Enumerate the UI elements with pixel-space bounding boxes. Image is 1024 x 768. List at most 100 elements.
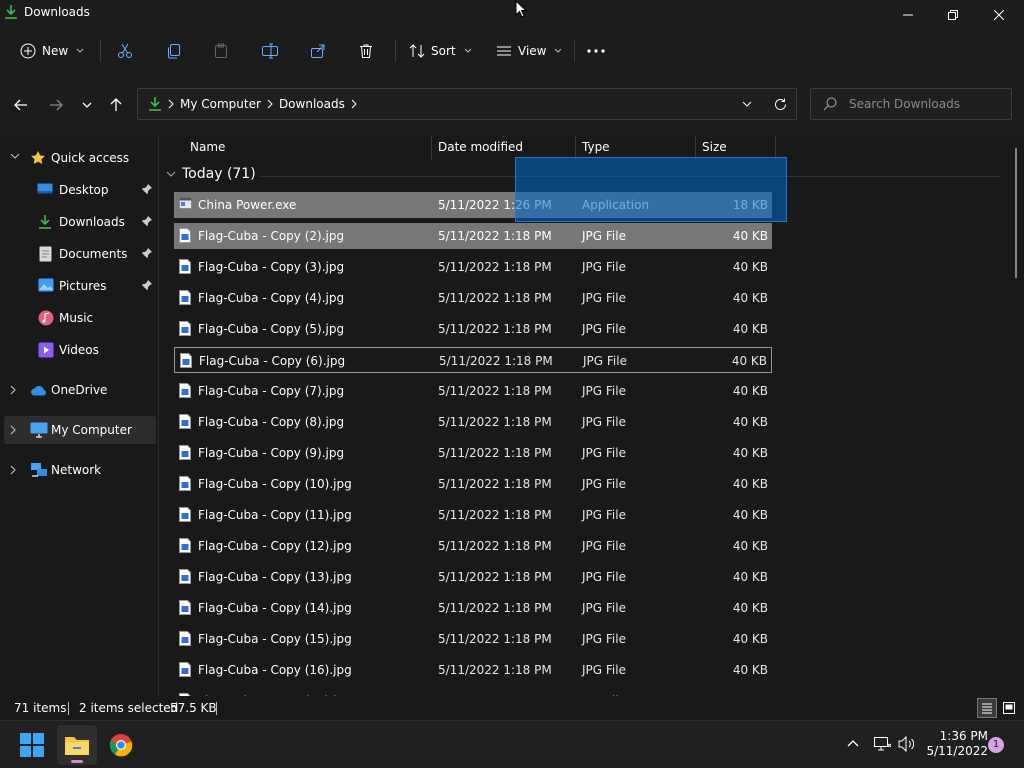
refresh-button[interactable] xyxy=(769,93,791,115)
address-history-button[interactable] xyxy=(736,93,758,115)
file-name: Flag-Cuba - Copy (4).jpg xyxy=(198,291,345,305)
details-view-button[interactable] xyxy=(977,698,997,718)
table-row[interactable]: Flag-Cuba - Copy (4).jpg 5/11/2022 1:18 P… xyxy=(174,285,772,311)
file-name: Flag-Cuba - Copy (15).jpg xyxy=(198,632,352,646)
table-row[interactable]: Flag-Cuba - Copy (15).jpg 5/11/2022 1:18 … xyxy=(174,626,772,652)
address-bar[interactable]: My Computer Downloads xyxy=(137,88,797,120)
search-box[interactable] xyxy=(810,88,1012,120)
minimize-button[interactable] xyxy=(885,0,931,30)
column-header-date[interactable]: Date modified xyxy=(438,140,523,154)
sidebar-item-music[interactable]: Music xyxy=(4,304,156,332)
view-button[interactable]: View xyxy=(496,38,562,64)
cut-button[interactable] xyxy=(117,38,133,64)
rename-icon xyxy=(262,43,278,59)
sidebar-item-pictures[interactable]: Pictures xyxy=(4,272,156,300)
column-header-name[interactable]: Name xyxy=(190,140,225,154)
breadcrumb-my-computer[interactable]: My Computer xyxy=(180,97,261,111)
sidebar-item-videos[interactable]: Videos xyxy=(4,336,156,364)
table-row[interactable]: Flag-Cuba - Copy (14).jpg 5/11/2022 1:18 … xyxy=(174,595,772,621)
close-button[interactable] xyxy=(976,0,1022,30)
new-button[interactable]: New xyxy=(20,38,84,64)
table-row[interactable]: Flag-Cuba - Copy (2).jpg 5/11/2022 1:18 P… xyxy=(174,223,772,249)
sidebar-item-network[interactable]: Network xyxy=(4,456,156,484)
more-options-button[interactable] xyxy=(587,38,605,64)
table-row[interactable]: Flag-Cuba - Copy (8).jpg 5/11/2022 1:18 P… xyxy=(174,409,772,435)
file-name: Flag-Cuba - Copy (7).jpg xyxy=(198,384,345,398)
system-clock[interactable]: 1:36 PM 5/11/2022 xyxy=(918,729,988,759)
table-row[interactable]: Flag-Cuba - Copy (5).jpg 5/11/2022 1:18 P… xyxy=(174,316,772,342)
paste-button[interactable] xyxy=(213,38,229,64)
group-header-today[interactable]: Today (71) xyxy=(166,166,256,182)
column-header-type[interactable]: Type xyxy=(582,140,610,154)
network-icon xyxy=(31,463,47,477)
image-file-icon xyxy=(179,290,191,305)
sort-button[interactable]: Sort xyxy=(409,38,472,64)
copy-button[interactable] xyxy=(166,38,182,64)
table-row[interactable]: Flag-Cuba - Copy (12).jpg 5/11/2022 1:18 … xyxy=(174,533,772,559)
file-size: 40 KB xyxy=(732,322,768,336)
back-button[interactable] xyxy=(10,94,32,116)
notification-badge[interactable]: 1 xyxy=(988,737,1004,753)
column-header-size[interactable]: Size xyxy=(702,140,727,154)
sidebar-item-documents[interactable]: Documents xyxy=(4,240,156,268)
breadcrumb-downloads[interactable]: Downloads xyxy=(279,97,345,111)
tiles-view-button[interactable] xyxy=(999,698,1019,718)
music-icon xyxy=(38,310,54,326)
chevron-up-icon[interactable] xyxy=(847,739,859,747)
file-name: Flag-Cuba - Copy (13).jpg xyxy=(198,570,352,584)
taskbar-chrome[interactable] xyxy=(101,725,141,765)
plus-circle-icon xyxy=(20,43,36,59)
trash-icon xyxy=(360,44,372,58)
rename-button[interactable] xyxy=(261,38,279,64)
table-row[interactable]: Flag-Cuba - Copy (10).jpg 5/11/2022 1:18 … xyxy=(174,471,772,497)
table-row[interactable]: Flag-Cuba - Copy (7).jpg 5/11/2022 1:18 P… xyxy=(174,378,772,404)
table-row[interactable]: Flag-Cuba - Copy (3).jpg 5/11/2022 1:18 P… xyxy=(174,254,772,280)
table-row[interactable]: Flag-Cuba - Copy (16).jpg 5/11/2022 1:18 … xyxy=(174,657,772,683)
file-date: 5/11/2022 1:18 PM xyxy=(438,260,552,274)
more-icon xyxy=(587,49,605,53)
network-status-icon[interactable] xyxy=(873,736,891,752)
table-row[interactable]: Flag-Cuba - Copy (9).jpg 5/11/2022 1:18 P… xyxy=(174,440,772,466)
file-date: 5/11/2022 1:18 PM xyxy=(438,477,552,491)
sidebar-item-quick-access[interactable]: Quick access xyxy=(4,144,156,172)
table-row[interactable]: Flag-Cuba - Copy (17).jpg5/11/2022 1:18 … xyxy=(174,688,772,696)
volume-icon[interactable] xyxy=(898,736,916,752)
table-row[interactable]: Flag-Cuba - Copy (11).jpg 5/11/2022 1:18 … xyxy=(174,502,772,528)
chevron-down-icon xyxy=(742,101,752,107)
pane-divider[interactable] xyxy=(158,136,159,696)
file-size: 40 KB xyxy=(732,508,768,522)
chevron-right-icon xyxy=(10,425,16,435)
table-row[interactable]: Flag-Cuba - Copy (13).jpg 5/11/2022 1:18 … xyxy=(174,564,772,590)
vertical-scrollbar[interactable] xyxy=(1015,148,1017,278)
file-date: 5/11/2022 1:18 PM xyxy=(438,632,552,646)
search-input[interactable] xyxy=(849,95,999,113)
recent-locations-button[interactable] xyxy=(76,94,98,116)
image-file-icon xyxy=(179,321,191,336)
restore-button[interactable] xyxy=(930,0,976,30)
sidebar-item-downloads[interactable]: Downloads xyxy=(4,208,156,236)
file-type: JPG File xyxy=(582,229,626,243)
file-type: JPG File xyxy=(582,508,626,522)
file-type: JPG File xyxy=(582,446,626,460)
file-type: JPG File xyxy=(582,322,626,336)
file-name: Flag-Cuba - Copy (5).jpg xyxy=(198,322,345,336)
clipboard-icon xyxy=(215,43,227,58)
navigation-row: My Computer Downloads xyxy=(0,72,1024,136)
pin-icon xyxy=(142,280,152,290)
refresh-icon xyxy=(774,98,786,110)
sidebar-item-desktop[interactable]: Desktop xyxy=(4,176,156,204)
chevron-down-icon xyxy=(555,48,562,53)
sidebar-item-onedrive[interactable]: OneDrive xyxy=(4,376,156,404)
table-row[interactable]: Flag-Cuba - Copy (6).jpg 5/11/2022 1:18 P… xyxy=(174,347,772,373)
forward-button[interactable] xyxy=(45,94,67,116)
sidebar-item-my-computer[interactable]: My Computer xyxy=(4,416,156,444)
cloud-icon xyxy=(31,385,46,396)
start-button[interactable] xyxy=(12,725,52,765)
share-button[interactable] xyxy=(310,38,326,64)
file-type: JPG File xyxy=(582,601,626,615)
pictures-icon xyxy=(38,278,54,292)
taskbar-file-explorer[interactable] xyxy=(57,725,97,765)
up-button[interactable] xyxy=(105,94,127,116)
share-icon xyxy=(311,44,325,58)
delete-button[interactable] xyxy=(358,38,374,64)
